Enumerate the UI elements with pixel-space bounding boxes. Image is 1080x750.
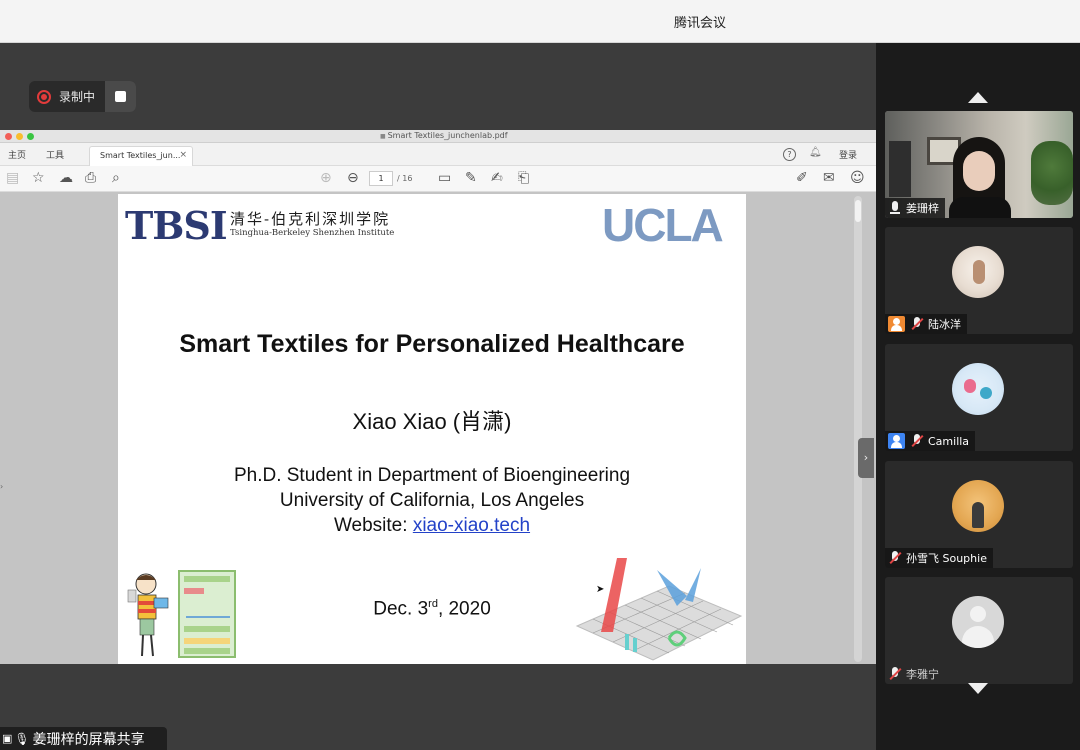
recording-indicator[interactable]: 录制中	[29, 81, 136, 112]
microphone-muted-icon	[910, 434, 924, 448]
pdf-viewer-window: Smart Textiles_junchenlab.pdf 主页 工具 Smar…	[0, 130, 876, 664]
tab-home[interactable]: 主页	[8, 148, 26, 161]
recording-label: 录制中	[59, 90, 96, 104]
microphone-on-icon	[888, 201, 902, 215]
participant-tile[interactable]: 李雅宁	[885, 577, 1073, 684]
pdf-canvas[interactable]: › TBSI 清华-伯克利深圳学院 Tsinghua-Berkeley Shen…	[0, 192, 876, 664]
participant-name: 姜珊梓	[906, 202, 939, 215]
login-link[interactable]: 登录	[839, 148, 857, 161]
date-month-day: Dec. 3	[373, 598, 429, 620]
participant-name-tag: 孙雪飞 Souphie	[885, 548, 993, 568]
stop-recording-button[interactable]	[105, 81, 136, 112]
mail-icon[interactable]: ✉	[823, 170, 835, 186]
participant-tile[interactable]: Camilla	[885, 344, 1073, 451]
screen-share-icon: ▣	[2, 732, 13, 745]
mouse-cursor-icon: ➤	[596, 584, 605, 595]
pdf-tabbar: 主页 工具 Smart Textiles_jun... × ? 🔔︎ 登录	[0, 143, 876, 166]
tbsi-logo: TBSI	[125, 203, 228, 248]
participant-name: 孙雪飞 Souphie	[906, 552, 987, 565]
notification-bell-icon[interactable]: 🔔︎	[809, 147, 822, 158]
add-user-icon[interactable]: ☺	[850, 170, 865, 186]
date-year: , 2020	[437, 598, 491, 620]
participant-tile[interactable]: 陆冰洋	[885, 227, 1073, 334]
print-icon[interactable]: ⎙	[85, 170, 96, 186]
window-titlebar: 腾讯会议	[0, 0, 1080, 43]
tab-document-label: Smart Textiles_jun...	[100, 151, 181, 160]
avatar	[952, 480, 1004, 532]
avatar	[952, 363, 1004, 415]
save-icon[interactable]: ▤	[6, 170, 19, 186]
slide-title: Smart Textiles for Personalized Healthca…	[179, 330, 685, 358]
host-badge-icon	[888, 316, 905, 332]
share-stage: 录制中 Smart Textiles_junchenlab.pdf 主页 工具 …	[0, 43, 876, 750]
health-app-illustration	[178, 570, 236, 658]
page-total: / 16	[397, 174, 413, 183]
slide-page: TBSI 清华-伯克利深圳学院 Tsinghua-Berkeley Shenzh…	[118, 194, 746, 664]
cohost-badge-icon	[888, 433, 905, 449]
participant-name: 李雅宁	[906, 668, 939, 681]
participant-name-tag: 姜珊梓	[885, 198, 945, 218]
website-prefix: Website:	[333, 515, 413, 536]
default-avatar	[952, 596, 1004, 648]
participants-panel: 姜珊梓 陆冰洋 Camilla 孙雪飞 Souphie 李雅宁	[876, 43, 1080, 750]
pdf-filename: Smart Textiles_junchenlab.pdf	[380, 131, 508, 140]
minimize-window-button[interactable]	[16, 133, 23, 140]
avatar	[952, 246, 1004, 298]
screen-share-label: 姜珊梓的屏幕共享	[32, 731, 145, 748]
app-title: 腾讯会议	[673, 16, 726, 31]
upload-icon[interactable]: ☁	[59, 170, 73, 186]
comment-icon[interactable]: ▭	[438, 170, 451, 186]
participant-name-tag: Camilla	[885, 431, 976, 451]
pen-icon[interactable]: ✎	[465, 170, 477, 186]
maximize-window-button[interactable]	[27, 133, 34, 140]
scroll-up-arrow-icon[interactable]	[968, 92, 988, 103]
participant-tile[interactable]: 姜珊梓	[885, 111, 1073, 218]
expand-panel-button[interactable]: ›	[858, 438, 874, 478]
participant-tile[interactable]: 孙雪飞 Souphie	[885, 461, 1073, 568]
tab-document[interactable]: Smart Textiles_jun... ×	[89, 146, 193, 166]
zoom-icon[interactable]: ⌕	[112, 170, 120, 186]
record-icon	[37, 89, 51, 104]
date-ordinal: rd	[428, 598, 438, 610]
scroll-down-arrow-icon[interactable]	[968, 683, 988, 694]
participant-name: 陆冰洋	[928, 318, 961, 331]
screen-share-banner[interactable]: ▣ 🎙︎ 姜珊梓的屏幕共享	[0, 727, 167, 750]
presenter-name: Xiao Xiao (肖潇)	[352, 409, 512, 434]
participant-name-tag: 陆冰洋	[885, 314, 967, 334]
participant-name-tag: 李雅宁	[885, 664, 945, 684]
ucla-logo: UCLA	[602, 199, 724, 251]
website-line: Website: xiao-xiao.tech	[118, 515, 746, 537]
share-link-icon[interactable]: ✐	[796, 170, 808, 186]
affiliation-department: Ph.D. Student in Department of Bioengine…	[233, 465, 631, 486]
page-up-icon[interactable]: ⊕	[320, 170, 332, 186]
stamp-icon[interactable]: ⎗	[518, 170, 529, 186]
microphone-muted-icon	[910, 317, 924, 331]
sign-icon[interactable]: ✍	[491, 170, 503, 186]
tbsi-chinese-name: 清华-伯克利深圳学院	[230, 210, 391, 228]
scrollbar-thumb[interactable]	[855, 200, 861, 222]
microphone-icon: 🎙︎	[14, 731, 30, 746]
page-down-icon[interactable]: ⊖	[347, 170, 359, 186]
close-tab-icon[interactable]: ×	[179, 150, 187, 160]
close-window-button[interactable]	[5, 133, 12, 140]
left-panel-arrow-icon[interactable]: ›	[0, 482, 3, 491]
help-icon[interactable]: ?	[783, 148, 796, 161]
child-cartoon-illustration	[127, 573, 169, 657]
microphone-muted-icon	[888, 667, 902, 681]
website-link[interactable]: xiao-xiao.tech	[413, 515, 530, 536]
star-icon[interactable]: ☆	[32, 170, 45, 186]
vertical-scrollbar[interactable]	[854, 196, 862, 662]
affiliation-university: University of California, Los Angeles	[279, 490, 585, 511]
tbsi-english-name: Tsinghua-Berkeley Shenzhen Institute	[230, 228, 395, 238]
microphone-muted-icon	[888, 551, 902, 565]
pdf-toolbar: ▤ ☆ ☁ ⎙ ⌕ ⊕ ⊖ 1 / 16 ▭ ✎ ✍ ⎗ ✐ ✉ ☺	[0, 166, 876, 192]
smart-textile-illustration	[575, 558, 743, 661]
page-number-input[interactable]: 1	[369, 171, 393, 186]
tab-tools[interactable]: 工具	[46, 148, 64, 161]
pdf-titlebar: Smart Textiles_junchenlab.pdf	[0, 130, 876, 143]
participant-name: Camilla	[928, 434, 970, 448]
